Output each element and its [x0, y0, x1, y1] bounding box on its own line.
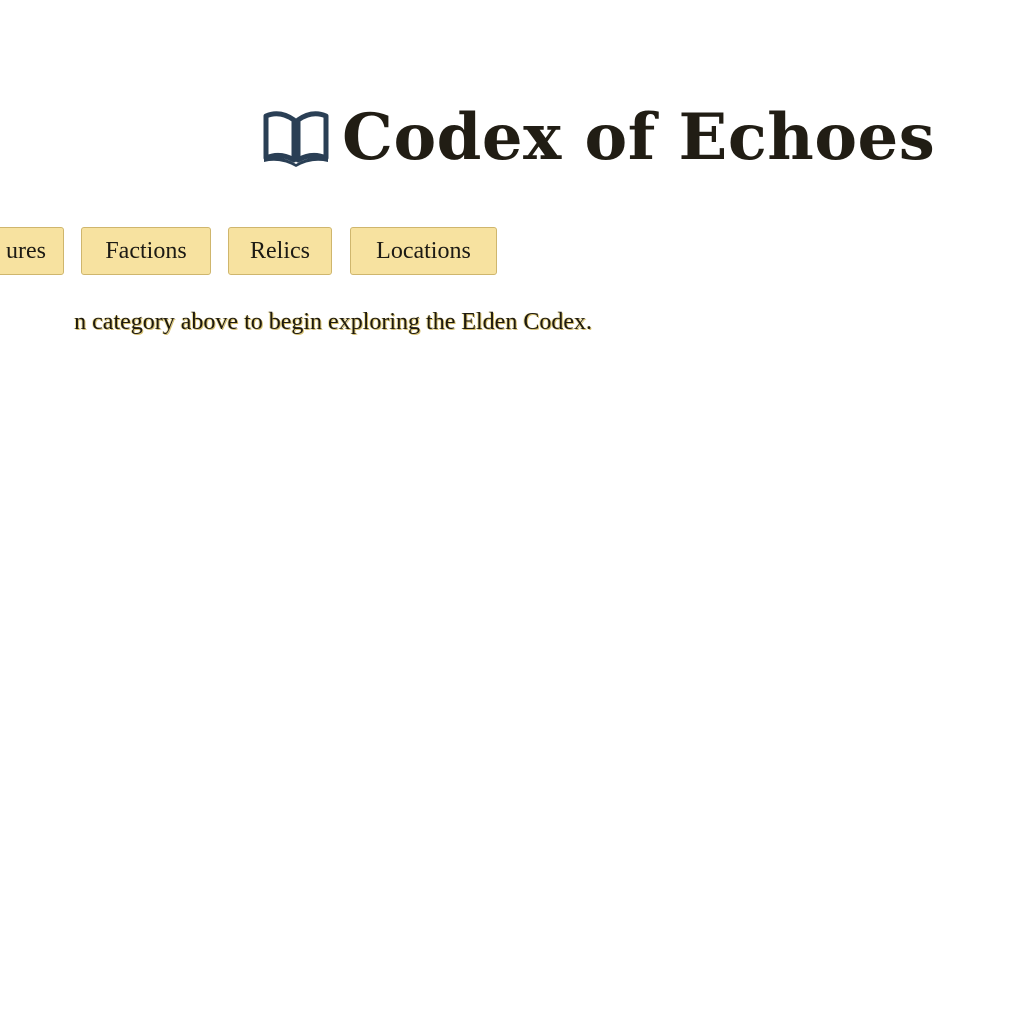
- instruction-text: n category above to begin exploring the …: [74, 309, 592, 335]
- page-title: Codex of Echoes: [342, 100, 936, 175]
- category-button-factions[interactable]: Factions: [81, 227, 211, 275]
- category-button-label: ures: [6, 237, 46, 264]
- category-button-locations[interactable]: Locations: [350, 227, 497, 275]
- category-button-creatures[interactable]: ures: [0, 227, 64, 275]
- book-icon: [263, 111, 329, 167]
- category-button-label: Relics: [250, 237, 310, 264]
- category-button-label: Factions: [105, 237, 187, 264]
- app-header: Codex of Echoes: [262, 96, 935, 180]
- category-button-relics[interactable]: Relics: [228, 227, 332, 275]
- category-button-label: Locations: [376, 237, 471, 264]
